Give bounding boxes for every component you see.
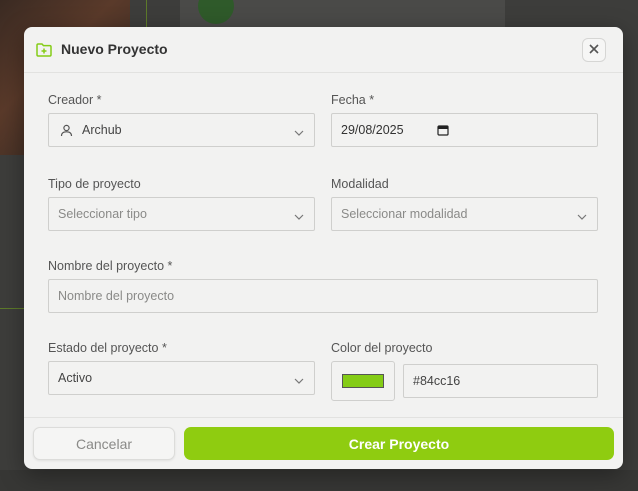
- background-divider: [146, 0, 147, 30]
- new-project-dialog: Nuevo Proyecto Creador * Archub Fecha * …: [24, 27, 623, 469]
- user-icon: [60, 124, 73, 137]
- project-name-placeholder: Nombre del proyecto: [58, 289, 175, 303]
- color-hex-input[interactable]: #84cc16: [403, 364, 598, 398]
- color-hex-value: #84cc16: [413, 374, 461, 388]
- creator-label: Creador *: [48, 93, 102, 107]
- dialog-title: Nuevo Proyecto: [61, 41, 168, 57]
- project-name-label: Nombre del proyecto *: [48, 259, 173, 273]
- cancel-button[interactable]: Cancelar: [33, 427, 175, 460]
- status-select[interactable]: Activo: [48, 361, 315, 395]
- chevron-down-icon: [294, 126, 304, 136]
- close-button[interactable]: [582, 38, 606, 62]
- close-icon: [589, 41, 599, 59]
- color-picker[interactable]: [331, 361, 395, 401]
- date-input[interactable]: 29/08/2025: [331, 113, 598, 147]
- chevron-down-icon: [577, 210, 587, 220]
- background-strip: [0, 470, 638, 491]
- project-type-label: Tipo de proyecto: [48, 177, 141, 191]
- date-label: Fecha *: [331, 93, 375, 107]
- folder-plus-icon: [36, 43, 52, 57]
- color-swatch: [342, 374, 384, 388]
- creator-value: Archub: [82, 123, 122, 137]
- create-project-button[interactable]: Crear Proyecto: [184, 427, 614, 460]
- calendar-icon[interactable]: [437, 124, 449, 139]
- creator-select[interactable]: Archub: [48, 113, 315, 147]
- project-type-placeholder: Seleccionar tipo: [58, 207, 147, 221]
- color-label: Color del proyecto: [331, 341, 433, 355]
- dialog-header: Nuevo Proyecto: [24, 27, 623, 73]
- status-value: Activo: [58, 371, 93, 385]
- status-label: Estado del proyecto *: [48, 341, 167, 355]
- chevron-down-icon: [294, 210, 304, 220]
- background-divider: [0, 308, 24, 309]
- modality-label: Modalidad: [331, 177, 389, 191]
- dialog-footer: Cancelar Crear Proyecto: [24, 417, 623, 469]
- project-type-select[interactable]: Seleccionar tipo: [48, 197, 315, 231]
- chevron-down-icon: [294, 374, 304, 384]
- modality-placeholder: Seleccionar modalidad: [341, 207, 468, 221]
- project-name-input[interactable]: Nombre del proyecto: [48, 279, 598, 313]
- modality-select[interactable]: Seleccionar modalidad: [331, 197, 598, 231]
- date-value: 29/08/2025: [341, 123, 404, 137]
